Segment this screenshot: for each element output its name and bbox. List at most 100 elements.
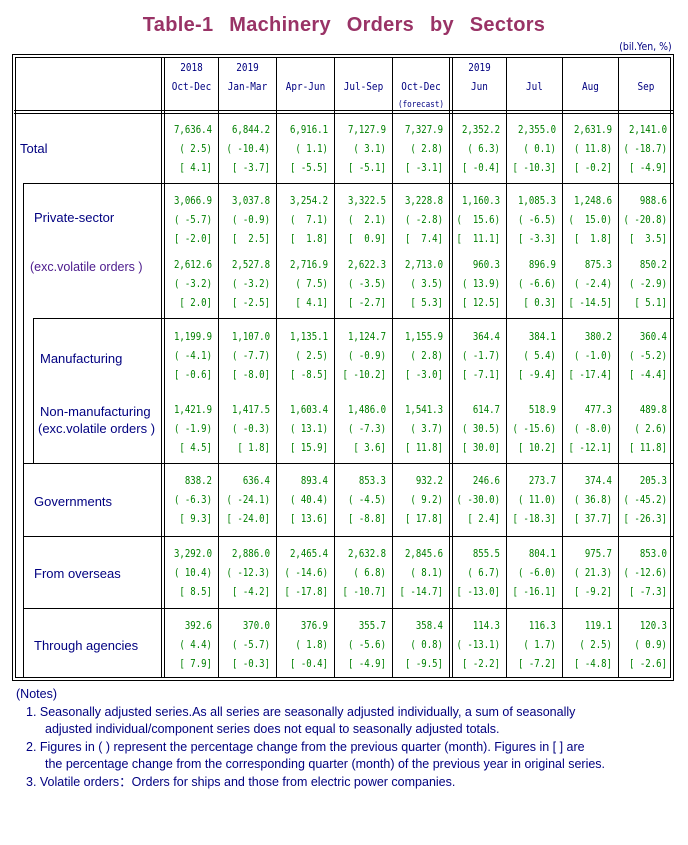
table-cell: 2,631.9 ( 11.8) [ -0.2] [555, 120, 612, 177]
value-mom: ( -5.2) [628, 349, 667, 362]
value-mom: ( -20.8) [623, 213, 667, 226]
value-level: 2,527.8 [231, 258, 270, 271]
table-cell: 246.6 ( -30.0) [ 2.4] [443, 471, 500, 528]
value-level: 2,845.6 [404, 547, 443, 560]
value-mom: ( -8.0) [573, 422, 612, 435]
value-level: 2,352.2 [461, 123, 500, 136]
value-level: 893.4 [300, 474, 328, 487]
value-yoy: [ -0.4] [461, 161, 500, 174]
column-header: 2019 Jun [457, 58, 502, 96]
value-yoy: [ -2.2] [461, 657, 500, 670]
value-mom: ( -24.1) [226, 493, 270, 506]
table-cell: 838.2 ( -6.3) [ 9.3] [155, 471, 212, 528]
row-divider [161, 463, 673, 464]
column-period: Aug [582, 80, 599, 93]
table-cell: 6,844.2 ( -10.4) [ -3.7] [213, 120, 270, 177]
value-level: 1,107.0 [231, 330, 270, 343]
value-yoy: [ -17.4] [568, 368, 612, 381]
value-yoy: [ -9.4] [517, 368, 556, 381]
column-year [623, 58, 669, 77]
table-cell: 205.3 ( -45.2) [ -26.3] [610, 471, 667, 528]
value-mom: ( 2.5) [179, 142, 212, 155]
table-cell: 384.1 ( 5.4) [ -9.4] [499, 327, 556, 384]
value-yoy: [ -8.8] [347, 512, 386, 525]
value-mom: ( 2.6) [634, 422, 667, 435]
value-mom: ( 11.0) [517, 493, 556, 506]
value-level: 850.2 [639, 258, 667, 271]
value-level: 518.9 [528, 403, 556, 416]
value-level: 1,160.3 [461, 194, 500, 207]
value-level: 2,713.0 [404, 258, 443, 271]
row-divider [161, 536, 673, 537]
table-cell: 893.4 ( 40.4) [ 13.6] [271, 471, 328, 528]
column-header: Oct-Dec (forecast) [397, 58, 445, 115]
value-level: 380.2 [584, 330, 612, 343]
notes-heading: (Notes) [16, 687, 57, 701]
table-cell: 1,135.1 ( 2.5) [ -8.5] [271, 327, 328, 384]
value-level: 2,612.6 [173, 258, 212, 271]
value-mom: ( 3.7) [410, 422, 443, 435]
value-yoy: [ -4.9] [628, 161, 667, 174]
value-mom: ( 2.8) [410, 349, 443, 362]
value-level: 120.3 [639, 619, 667, 632]
table-cell: 1,417.5 ( -0.3) [ 1.8] [213, 400, 270, 457]
value-yoy: [ 3.5] [628, 232, 667, 245]
column-year: 2019 [236, 61, 259, 74]
value-mom: ( 4.4) [179, 638, 212, 651]
value-yoy: [ 1.8] [573, 232, 612, 245]
column-header: Sep [623, 58, 669, 96]
row-divider [33, 318, 161, 319]
column-header: Aug [567, 58, 614, 96]
value-yoy: [ 13.6] [289, 512, 328, 525]
table-cell: 120.3 ( 0.9) [ -2.6] [610, 616, 667, 673]
value-level: 2,622.3 [347, 258, 386, 271]
value-mom: ( -4.5) [347, 493, 386, 506]
table-cell: 853.0 ( -12.6) [ -7.3] [610, 544, 667, 601]
value-level: 246.6 [472, 474, 500, 487]
table-cell: 355.7 ( -5.6) [ -4.9] [329, 616, 386, 673]
value-mom: ( 2.1) [347, 213, 386, 226]
value-level: 3,066.9 [173, 194, 212, 207]
value-yoy: [ -16.1] [512, 585, 556, 598]
table-cell: 364.4 ( -1.7) [ -7.1] [443, 327, 500, 384]
value-yoy: [ -3.1] [404, 161, 443, 174]
value-yoy: [ 11.1] [456, 232, 500, 245]
table-cell: 114.3 ( -13.1) [ -2.2] [443, 616, 500, 673]
value-level: 3,037.8 [231, 194, 270, 207]
header-divider [14, 113, 674, 114]
note-1-cont: adjusted individual/component series doe… [45, 722, 500, 736]
value-mom: ( 6.8) [353, 566, 386, 579]
value-level: 364.4 [472, 330, 500, 343]
table-cell: 477.3 ( -8.0) [ -12.1] [555, 400, 612, 457]
value-yoy: [ -9.5] [404, 657, 443, 670]
value-level: 1,541.3 [404, 403, 443, 416]
column-period: Sep [637, 80, 655, 93]
value-yoy: [ -4.2] [231, 585, 270, 598]
value-mom: ( -1.0) [573, 349, 612, 362]
value-mom: ( -3.2) [173, 277, 212, 290]
value-level: 988.6 [639, 194, 667, 207]
value-level: 2,465.4 [289, 547, 328, 560]
table-cell: 614.7 ( 30.5) [ 30.0] [443, 400, 500, 457]
value-yoy: [ 9.3] [179, 512, 212, 525]
value-level: 853.3 [358, 474, 386, 487]
table-cell: 360.4 ( -5.2) [ -4.4] [610, 327, 667, 384]
row-label: Manufacturing [40, 351, 123, 366]
table-cell: 273.7 ( 11.0) [ -18.3] [499, 471, 556, 528]
value-yoy: [ -3.0] [404, 368, 443, 381]
value-mom: ( 21.3) [573, 566, 612, 579]
value-level: 116.3 [528, 619, 556, 632]
row-divider [23, 463, 161, 464]
table-cell: 2,622.3 ( -3.5) [ -2.7] [329, 255, 386, 312]
table-cell: 2,352.2 ( 6.3) [ -0.4] [443, 120, 500, 177]
note-2: 2. Figures in ( ) represent the percenta… [26, 739, 585, 754]
value-mom: ( 6.7) [467, 566, 500, 579]
value-level: 2,355.0 [517, 123, 556, 136]
value-level: 3,254.2 [289, 194, 328, 207]
value-mom: ( 30.5) [461, 422, 500, 435]
value-mom: ( 0.9) [634, 638, 667, 651]
value-mom: ( 15.0) [568, 213, 612, 226]
table-cell: 376.9 ( 1.8) [ -0.4] [271, 616, 328, 673]
value-mom: ( -4.1) [173, 349, 212, 362]
value-mom: ( 11.8) [573, 142, 612, 155]
